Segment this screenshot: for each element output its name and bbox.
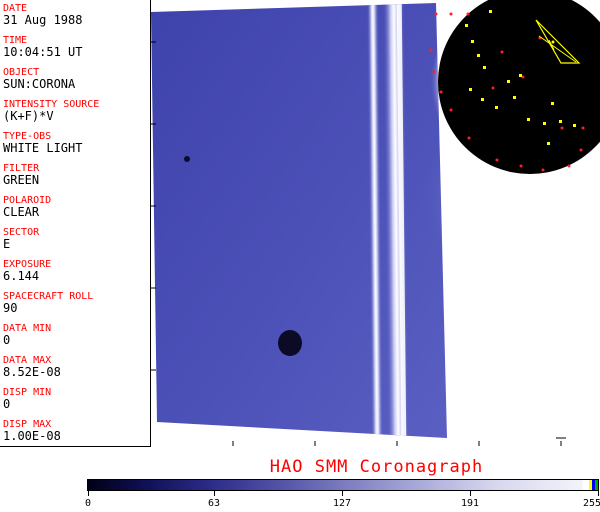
metadata-label: DATA MIN — [3, 323, 52, 334]
metadata-field: TYPE-OBS WHITE LIGHT — [3, 131, 82, 155]
colorbar-tick — [598, 491, 599, 496]
coronagraph-image-canvas — [151, 0, 600, 446]
metadata-field: SPACECRAFT ROLL 90 — [3, 291, 93, 315]
metadata-value: 10:04:51 UT — [3, 45, 83, 59]
colorbar — [87, 479, 599, 491]
colorbar-tick — [214, 491, 215, 496]
metadata-field: DISP MIN 0 — [3, 387, 51, 411]
metadata-field: TIME 10:04:51 UT — [3, 35, 82, 59]
metadata-field: DATE 31 Aug 1988 — [3, 3, 82, 27]
metadata-value: SUN:CORONA — [3, 77, 76, 91]
colorbar-tick-label: 191 — [460, 498, 480, 509]
plot-title: HAO SMM Coronagraph — [269, 457, 484, 477]
metadata-panel: DATE 31 Aug 1988 TIME 10:04:51 UT OBJECT SUN:… — [0, 0, 151, 447]
metadata-field: DATA MIN 0 — [3, 323, 51, 347]
colorbar-tick-label: 63 — [207, 498, 221, 509]
metadata-value: 90 — [3, 301, 18, 315]
colorbar-tick — [88, 491, 89, 496]
metadata-value: (K+F)*V — [3, 109, 54, 123]
metadata-field: OBJECT SUN:CORONA — [3, 67, 75, 91]
colorbar-tick — [470, 491, 471, 496]
metadata-field: EXPOSURE 6.144 — [3, 259, 51, 283]
metadata-value: 31 Aug 1988 — [3, 13, 83, 27]
metadata-field: DATA MAX 8.52E-08 — [3, 355, 61, 379]
coronagraph-image — [151, 0, 600, 446]
metadata-field: DISP MAX 1.00E-08 — [3, 419, 61, 443]
colorbar-cap-green — [595, 480, 598, 490]
metadata-label: DISP MIN — [3, 387, 52, 398]
colorbar-tick-label: 255 — [582, 498, 600, 509]
metadata-value: 1.00E-08 — [3, 429, 61, 443]
metadata-value: 0 — [3, 397, 11, 411]
metadata-value: 0 — [3, 333, 11, 347]
metadata-field: POLAROID CLEAR — [3, 195, 51, 219]
metadata-value: GREEN — [3, 173, 40, 187]
metadata-value: 8.52E-08 — [3, 365, 61, 379]
colorbar-tick — [342, 491, 343, 496]
metadata-value: CLEAR — [3, 205, 40, 219]
metadata-field: FILTER GREEN — [3, 163, 39, 187]
colorbar-tick-label: 127 — [332, 498, 352, 509]
metadata-value: 6.144 — [3, 269, 40, 283]
metadata-field: INTENSITY SOURCE (K+F)*V — [3, 99, 99, 123]
metadata-value: WHITE LIGHT — [3, 141, 83, 155]
colorbar-tick-label: 0 — [84, 498, 92, 509]
metadata-field: SECTOR E — [3, 227, 39, 251]
metadata-value: E — [3, 237, 11, 251]
